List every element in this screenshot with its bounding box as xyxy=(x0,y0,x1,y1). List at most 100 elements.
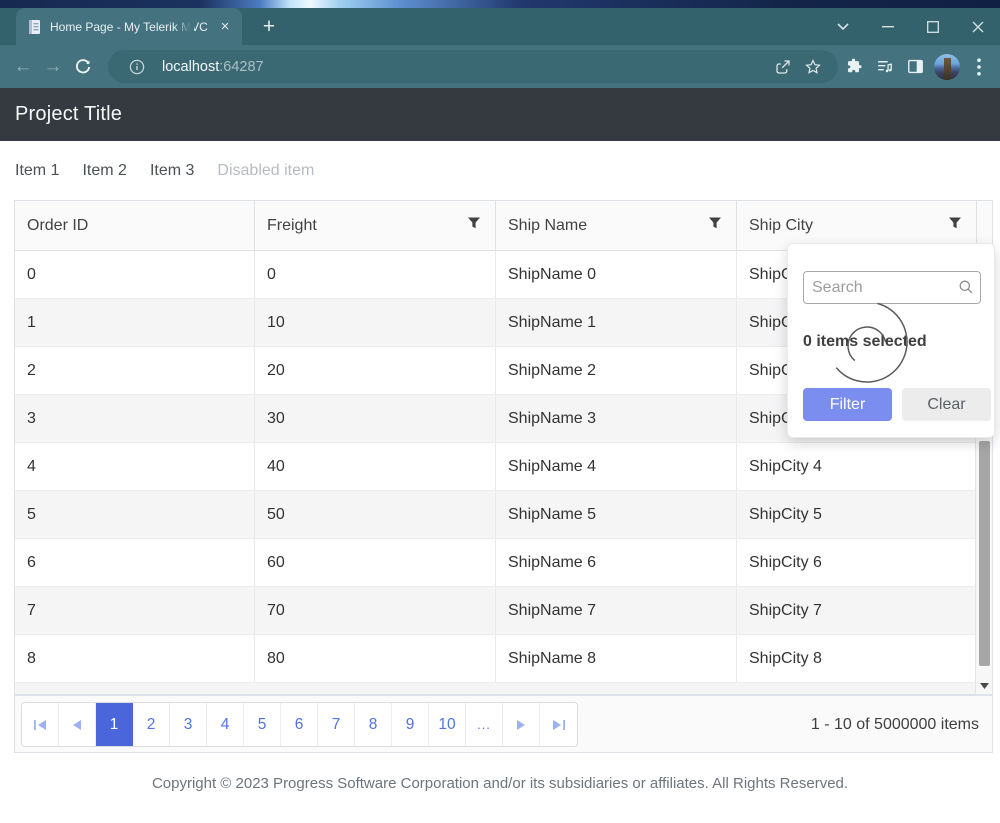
column-header-label: Ship Name xyxy=(508,217,708,235)
pager-page-1[interactable]: 1 xyxy=(96,703,133,746)
table-cell: ShipCity 6 xyxy=(737,539,976,586)
table-cell: 80 xyxy=(255,635,496,682)
pager-more-pages[interactable]: ... xyxy=(466,703,503,746)
tab-close-icon[interactable]: × xyxy=(216,18,234,36)
table-cell: 8 xyxy=(15,635,255,682)
reload-button[interactable] xyxy=(68,52,98,82)
share-icon[interactable] xyxy=(768,52,798,82)
column-header-label: Order ID xyxy=(27,217,240,235)
table-cell: 3 xyxy=(15,395,255,442)
tab-bar: Home Page - My Telerik MVC Ap × + xyxy=(0,8,1000,45)
filter-funnel-icon[interactable] xyxy=(467,216,481,235)
filter-funnel-icon[interactable] xyxy=(948,216,962,235)
table-cell: ShipCity 4 xyxy=(737,443,976,490)
forward-button[interactable]: → xyxy=(38,52,68,82)
pager-info: 1 - 10 of 5000000 items xyxy=(811,696,979,754)
pager-page-7[interactable]: 7 xyxy=(318,703,355,746)
bookmark-star-icon[interactable] xyxy=(798,52,828,82)
new-tab-button[interactable]: + xyxy=(256,14,282,40)
table-row[interactable]: 660ShipName 6ShipCity 6 xyxy=(15,539,992,587)
column-header-freight[interactable]: Freight xyxy=(255,201,496,250)
address-bar[interactable]: localhost:64287 xyxy=(108,50,838,83)
table-cell: 20 xyxy=(255,347,496,394)
column-header-ship-name[interactable]: Ship Name xyxy=(496,201,737,250)
table-cell: ShipCity 5 xyxy=(737,491,976,538)
browser-window: Home Page - My Telerik MVC Ap × + ← → lo… xyxy=(0,0,1000,823)
table-cell: 10 xyxy=(255,299,496,346)
table-cell: 70 xyxy=(255,587,496,634)
back-button[interactable]: ← xyxy=(8,52,38,82)
table-row-partial xyxy=(15,683,992,694)
pager-page-4[interactable]: 4 xyxy=(207,703,244,746)
table-cell: 50 xyxy=(255,491,496,538)
pager-page-5[interactable]: 5 xyxy=(244,703,281,746)
pager-page-3[interactable]: 3 xyxy=(170,703,207,746)
table-cell: 1 xyxy=(15,299,255,346)
extensions-puzzle-icon[interactable] xyxy=(838,51,869,82)
url-port: :64287 xyxy=(219,59,263,75)
page-favicon-icon xyxy=(26,19,42,35)
maximize-button[interactable] xyxy=(910,8,955,45)
table-cell: 30 xyxy=(255,395,496,442)
close-window-button[interactable] xyxy=(955,8,1000,45)
tab-search-chevron-icon[interactable] xyxy=(820,8,865,45)
table-row[interactable]: 440ShipName 4ShipCity 4 xyxy=(15,443,992,491)
scrollbar-thumb[interactable] xyxy=(979,441,990,666)
table-cell: 60 xyxy=(255,539,496,586)
page-title: Project Title xyxy=(15,103,122,126)
menu-item-item-2[interactable]: Item 2 xyxy=(82,162,126,180)
window-controls xyxy=(820,8,1000,45)
column-header-label: Ship City xyxy=(749,217,948,235)
menu-bar: Item 1 Item 2 Item 3 Disabled item xyxy=(0,141,1000,200)
table-cell: 0 xyxy=(15,251,255,298)
pager-page-9[interactable]: 9 xyxy=(392,703,429,746)
pager-page-2[interactable]: 2 xyxy=(133,703,170,746)
table-cell: ShipName 5 xyxy=(496,491,737,538)
clear-button[interactable]: Clear xyxy=(902,388,991,421)
minimize-button[interactable] xyxy=(865,8,910,45)
pager-first-button[interactable] xyxy=(22,703,59,746)
pager: 12345678910... xyxy=(21,702,578,747)
table-cell: 40 xyxy=(255,443,496,490)
menu-item-item-3[interactable]: Item 3 xyxy=(150,162,194,180)
window-frame-wallpaper xyxy=(0,0,1000,8)
table-cell: ShipCity 7 xyxy=(737,587,976,634)
site-info-icon[interactable] xyxy=(122,52,152,82)
pager-last-button[interactable] xyxy=(540,703,577,746)
profile-avatar[interactable] xyxy=(934,54,960,80)
browser-menu-kebab-icon[interactable] xyxy=(963,51,994,82)
scrollbar-down-arrow-icon[interactable] xyxy=(978,680,991,692)
table-row[interactable]: 880ShipName 8ShipCity 8 xyxy=(15,635,992,683)
table-cell: 2 xyxy=(15,347,255,394)
pager-page-6[interactable]: 6 xyxy=(281,703,318,746)
filter-button[interactable]: Filter xyxy=(803,388,892,421)
app-header: Project Title xyxy=(0,88,1000,141)
browser-tab[interactable]: Home Page - My Telerik MVC Ap × xyxy=(16,8,242,45)
pager-bar: 12345678910... 1 - 10 of 5000000 items xyxy=(14,695,993,753)
menu-item-disabled-item: Disabled item xyxy=(217,162,314,180)
table-row[interactable]: 770ShipName 7ShipCity 7 xyxy=(15,587,992,635)
table-cell: ShipName 6 xyxy=(496,539,737,586)
table-cell: 5 xyxy=(15,491,255,538)
reading-list-icon[interactable] xyxy=(869,51,900,82)
pager-page-10[interactable]: 10 xyxy=(429,703,466,746)
table-cell: ShipName 2 xyxy=(496,347,737,394)
table-cell: ShipName 8 xyxy=(496,635,737,682)
footer: Copyright © 2023 Progress Software Corpo… xyxy=(0,775,1000,792)
tab-title-fade xyxy=(174,8,194,45)
pager-next-button[interactable] xyxy=(503,703,540,746)
side-panel-icon[interactable] xyxy=(900,51,931,82)
filter-funnel-icon[interactable] xyxy=(708,216,722,235)
table-row[interactable]: 550ShipName 5ShipCity 5 xyxy=(15,491,992,539)
filter-search-input[interactable] xyxy=(803,271,981,304)
table-cell: ShipName 1 xyxy=(496,299,737,346)
column-header-label: Freight xyxy=(267,217,467,235)
column-header-order-id[interactable]: Order ID xyxy=(15,201,255,250)
menu-item-item-1[interactable]: Item 1 xyxy=(15,162,59,180)
table-cell: ShipName 4 xyxy=(496,443,737,490)
table-cell: ShipName 0 xyxy=(496,251,737,298)
pager-page-8[interactable]: 8 xyxy=(355,703,392,746)
pager-prev-button[interactable] xyxy=(59,703,96,746)
copyright-text: Copyright © 2023 Progress Software Corpo… xyxy=(152,775,848,792)
filter-popup: 0 items selected Filter Clear xyxy=(787,243,995,438)
